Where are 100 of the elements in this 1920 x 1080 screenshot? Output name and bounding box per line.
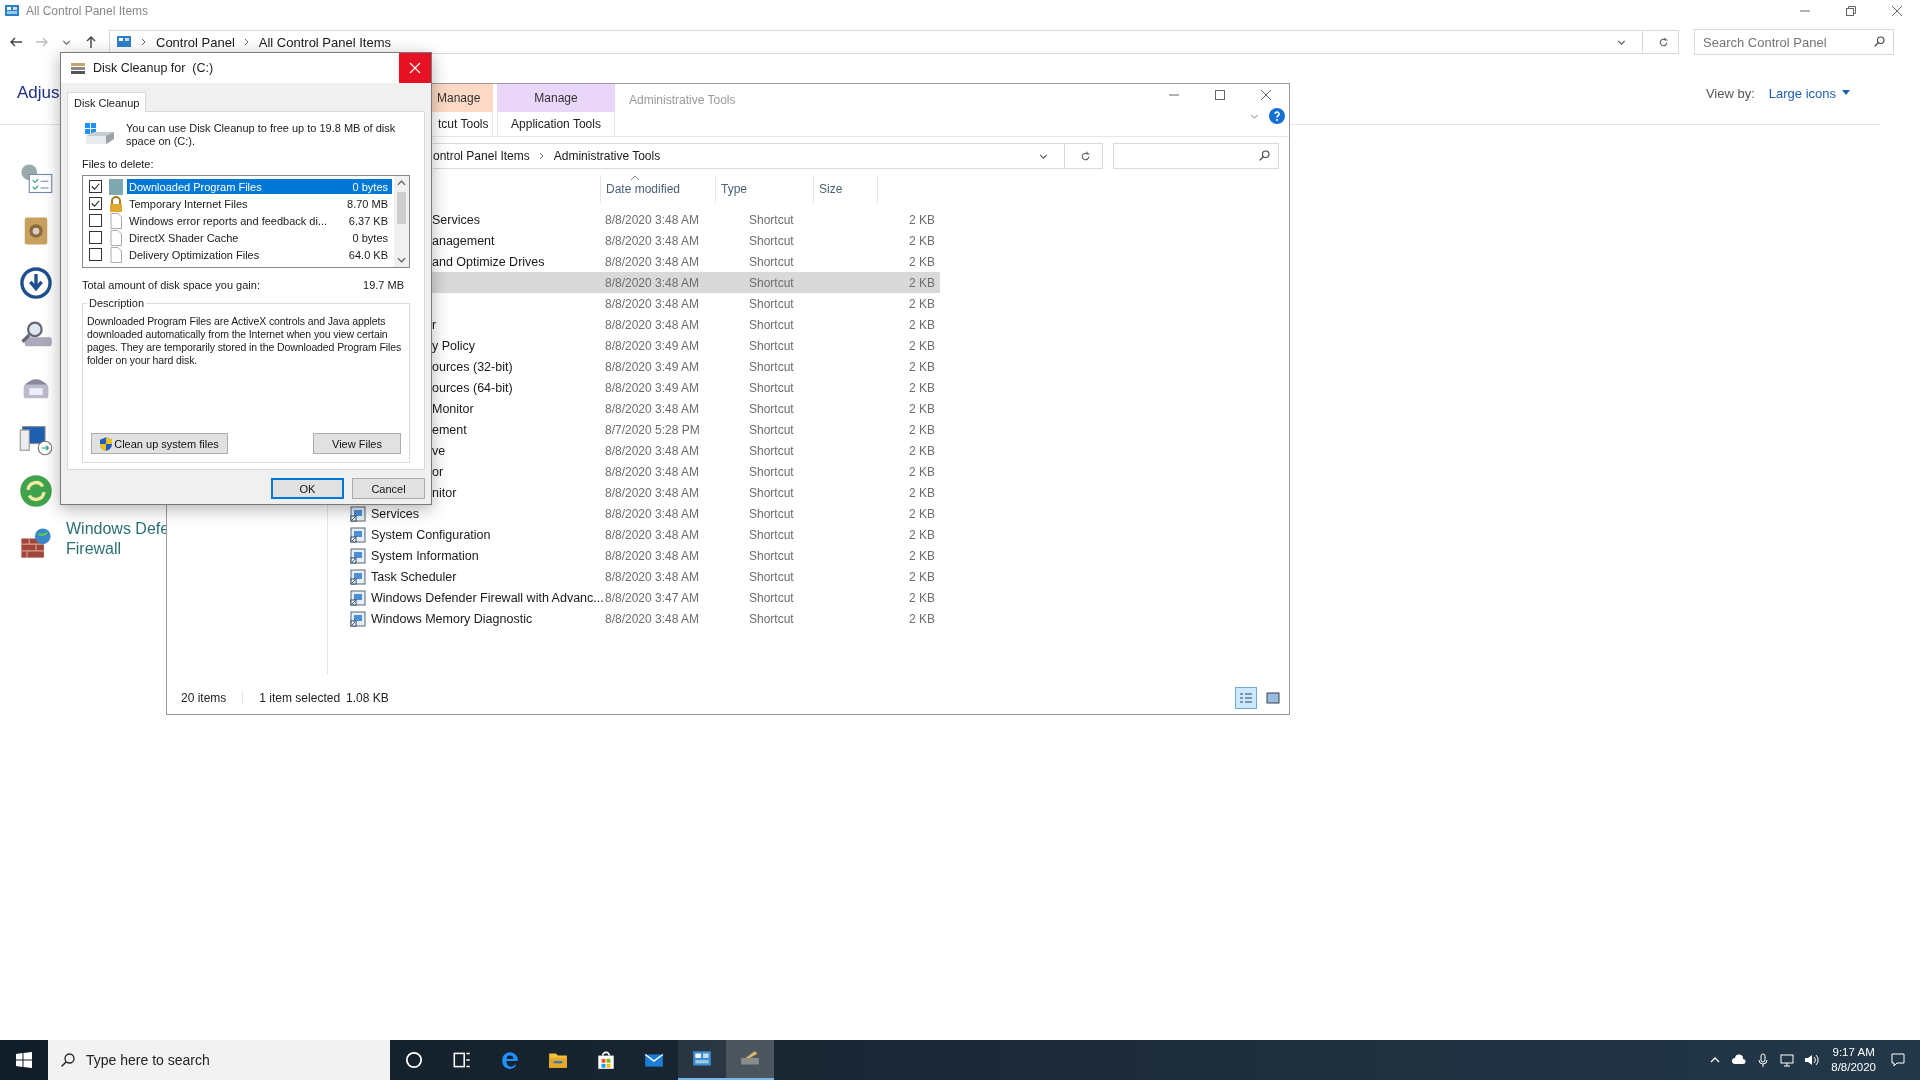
shortcut-icon [350,568,366,585]
file-type: Shortcut [749,611,795,626]
search-field[interactable]: Type here to search [48,1040,390,1080]
drive-icon [70,60,86,76]
file-list-item[interactable]: Windows error reports and feedback di... 6.37 KB [127,213,392,228]
file-list-item[interactable]: Delivery Optimization Files 64.0 KB [127,247,392,262]
chevron-down-icon[interactable] [397,257,406,263]
chevron-up-icon[interactable] [397,180,406,186]
file-row[interactable]: Windows Memory Diagnostic 8/8/2020 3:48 AM Shortcut 2 KB [350,608,940,629]
scrollbar[interactable] [394,176,409,267]
brick-wall-globe-icon[interactable] [18,525,54,561]
ribbon-tab[interactable]: Application Tools [497,112,615,136]
checkbox[interactable] [89,248,102,261]
file-type: Shortcut [749,233,795,248]
close-icon [409,62,421,74]
breadcrumb-item[interactable]: All Control Panel Items [258,34,391,50]
file-row[interactable]: System Information 8/8/2020 3:48 AM Shortcut 2 KB [350,545,940,566]
column-header[interactable]: Type [716,175,814,203]
file-size: 2 KB [908,296,935,311]
file-row[interactable]: Services 8/8/2020 3:48 AM Shortcut 2 KB [350,503,940,524]
address-bar[interactable]: Control Panel All Control Panel Items [109,30,1679,54]
browser-icon [499,1049,521,1071]
cancel-button[interactable]: Cancel [352,478,425,499]
clock-time: 9:17 AM [1832,1045,1875,1060]
search-icon [60,1052,76,1068]
file-name: Services [371,506,419,521]
clean-up-system-files-button[interactable]: Clean up system files [91,433,228,454]
hard-drive-icon [84,122,116,146]
file-size: 2 KB [908,443,935,458]
file-type: Shortcut [749,212,795,227]
file-type: Shortcut [749,506,795,521]
search-field[interactable]: Search Control Panel [1694,29,1894,55]
date-modified: 8/8/2020 3:48 AM [605,401,701,416]
file-name: anagement [432,233,495,248]
file-row[interactable]: Task Scheduler 8/8/2020 3:48 AM Shortcut 2 KB [350,566,940,587]
date-modified: 8/8/2020 3:48 AM [605,506,701,521]
close-button[interactable] [399,53,431,83]
file-row[interactable]: Windows Defender Firewall with Advanc...8/8/2020 3:47 AM Shortcut 2 KB [350,587,940,608]
file-name: Task Scheduler [371,569,457,584]
description-text: Downloaded Program Files are ActiveX controls and Java applets downloaded automatically from the Internet when you view certain pages. They are temporarily stored in the Downloaded Program Files folder on your hard disk. [87,315,403,367]
file-list-item[interactable]: Downloaded Program Files 0 bytes [127,179,392,194]
file-list-item[interactable]: DirectX Shader Cache 0 bytes [127,230,392,245]
search-icon [1258,149,1271,162]
search-field[interactable] [1113,143,1279,169]
date-modified: 8/8/2020 3:48 AM [605,527,701,542]
date-modified: 8/8/2020 3:48 AM [605,317,701,332]
item-count: 20 items [181,691,227,705]
refresh-icon[interactable] [1657,35,1670,49]
file-type: Shortcut [749,548,795,563]
date-modified: 8/8/2020 3:48 AM [605,296,701,311]
file-type: Shortcut [749,464,795,479]
view-by-dropdown[interactable]: Large icons [1768,85,1850,101]
refresh-icon[interactable] [1079,149,1092,163]
file-type: Shortcut [749,569,795,584]
checkbox[interactable] [89,197,102,210]
lock-icon [108,195,124,212]
item-label[interactable]: Firewall [66,539,122,559]
date-modified: 8/8/2020 3:48 AM [605,275,701,290]
column-header[interactable]: Date modified [600,175,716,203]
file-name: System Configuration [371,527,491,542]
sync-icon[interactable] [18,473,54,509]
column-header[interactable]: Size [814,175,878,203]
breadcrumb-item[interactable]: Administrative Tools [553,149,661,163]
search-icon [1873,35,1886,48]
clock[interactable]: 9:17 AM 8/8/2020 [1823,1045,1884,1075]
file-list-item[interactable]: Temporary Internet Files 8.70 MB [127,196,392,211]
file-name: and Optimize Drives [432,254,545,269]
checkbox[interactable] [89,180,102,193]
total-label: Total amount of disk space you gain: [82,279,260,291]
page-heading: Adjus [17,83,60,103]
ok-button[interactable]: OK [271,478,344,499]
shopping-bag-icon [595,1049,617,1071]
group-label: Description [88,297,146,309]
control-panel-icon [116,34,132,50]
scrollbar-thumb[interactable] [397,192,406,224]
checkbox[interactable] [89,231,102,244]
tab[interactable]: Disk Cleanup [67,92,147,112]
checkbox[interactable] [89,214,102,227]
file-name: or [432,464,444,479]
chevron-right-icon [537,152,546,160]
shortcut-icon [350,610,366,627]
file-type: Shortcut [749,380,795,395]
file-size: 2 KB [908,569,935,584]
file-type: Shortcut [749,590,795,605]
blank-page-icon [108,229,124,246]
breadcrumb-item[interactable]: ontrol Panel Items [433,149,530,163]
file-row[interactable]: System Configuration 8/8/2020 3:48 AM Shortcut 2 KB [350,524,940,545]
file-name: ement [432,422,467,437]
chevron-right-icon [242,38,251,46]
breadcrumb-item[interactable]: Control Panel [156,34,235,50]
taskbar-button[interactable] [678,1040,726,1080]
download-globe-icon[interactable] [18,265,54,301]
file-size: 2 KB [908,401,935,416]
chevron-right-icon [140,38,148,46]
view-files-button[interactable]: View Files [313,433,401,454]
address-bar[interactable]: ontrol Panel Items Administrative Tools [433,143,1103,169]
file-size: 2 KB [908,464,935,479]
help-icon[interactable] [1269,108,1285,124]
ribbon-tab-header[interactable]: Manage [497,84,615,112]
file-type: Shortcut [749,422,795,437]
